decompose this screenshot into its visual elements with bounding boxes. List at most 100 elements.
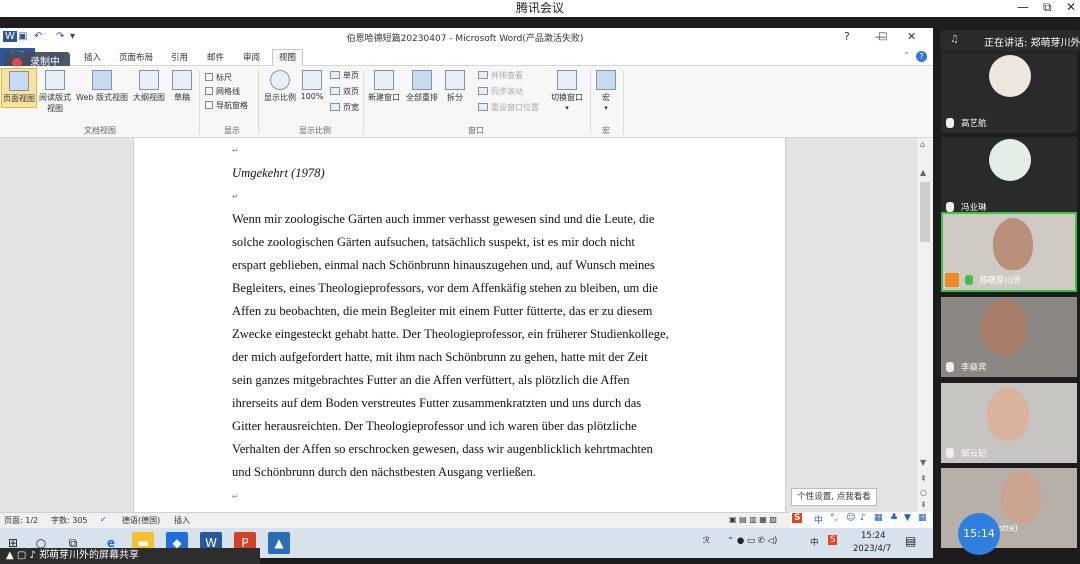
tab-view[interactable]: 视图 <box>272 49 304 67</box>
browse-object-icon[interactable]: ○ <box>920 488 927 497</box>
collapse-ribbon-icon[interactable]: ⌃ <box>903 51 910 61</box>
scroll-down-icon[interactable]: ▼ <box>920 458 926 467</box>
participant-tile[interactable]: 冯业琳 <box>941 137 1077 217</box>
group-label-views: 文档视图 <box>84 126 116 135</box>
keyboard-icon[interactable]: ▦ <box>874 513 883 523</box>
ruler-toggle-icon[interactable]: ⌂ <box>920 140 925 149</box>
photos-icon[interactable]: ▲ <box>268 532 290 554</box>
meeting-clock[interactable]: 15:14 <box>958 513 1000 555</box>
close-icon[interactable]: ✕ <box>1066 0 1076 14</box>
zoom-button[interactable]: 显示比例 <box>262 70 298 103</box>
taskbar-time[interactable]: 15:24 <box>861 531 886 541</box>
split-button[interactable]: 拆分 <box>443 70 467 103</box>
draft-label: 草稿 <box>174 93 190 102</box>
scroll-thumb[interactable] <box>920 182 930 242</box>
group-label-zoom: 显示比例 <box>299 126 331 135</box>
screen-share-indicator[interactable]: ▲ ▢ ♪ 郑萌芽川外的屏幕共享 <box>0 548 260 564</box>
view-buttons-icon[interactable]: ▣ ▤ ▥ ▦ ▧ <box>729 515 777 524</box>
skin-icon[interactable]: ♣ <box>890 513 898 523</box>
navigation-pane-checkbox[interactable]: 导航窗格 <box>205 100 248 111</box>
two-pages-button[interactable]: 双页 <box>330 86 359 97</box>
next-page-icon[interactable]: ⇟ <box>920 500 927 509</box>
ribbon-options-icon[interactable]: ? <box>844 30 850 43</box>
page-width-label: 页宽 <box>343 103 359 112</box>
notification-icon[interactable]: ▤ <box>905 534 916 548</box>
tab-mailings[interactable]: 邮件 <box>207 51 224 63</box>
page-count[interactable]: 页面: 1/2 <box>4 515 38 526</box>
participant-tile[interactable]: 高艺航 <box>941 53 1077 133</box>
previous-page-icon[interactable]: ⇞ <box>920 474 927 483</box>
participant-video <box>981 299 1027 355</box>
reading-layout-button[interactable]: 阅读版式视图 <box>38 70 72 114</box>
document-page[interactable]: ↵ Umgekehrt (1978) ↵ Wenn mir zoologisch… <box>133 138 786 512</box>
tab-insert[interactable]: 插入 <box>84 51 101 63</box>
participant-tile-active[interactable]: 郑萌芽川外 <box>941 212 1077 292</box>
one-page-button[interactable]: 单页 <box>330 70 359 81</box>
punctuation-icon[interactable]: °, <box>830 513 837 523</box>
page-view-icon <box>9 71 29 91</box>
save-icon[interactable]: ▣ <box>18 31 27 42</box>
sync-scroll-button[interactable]: 同步滚动 <box>478 86 523 97</box>
insert-mode[interactable]: 插入 <box>174 515 190 526</box>
gridlines-checkbox[interactable]: 网格线 <box>205 86 240 97</box>
macros-button[interactable]: 宏 ▾ <box>594 70 618 112</box>
ruler-checkbox[interactable]: 标尺 <box>205 72 232 83</box>
document-heading: Umgekehrt (1978) <box>232 166 325 180</box>
web-layout-button[interactable]: Web 版式视图 <box>74 70 130 103</box>
paragraph-mark: ↵ <box>232 146 239 155</box>
mic-icon[interactable]: ♪ <box>860 513 866 523</box>
people-icon[interactable]: ℛ <box>703 536 710 546</box>
scroll-up-icon[interactable]: ▲ <box>920 168 926 177</box>
participant-tile[interactable]: 李燊宾 <box>941 297 1077 377</box>
input-language[interactable]: 中 <box>810 536 819 548</box>
draft-view-icon <box>172 70 192 90</box>
page-width-button[interactable]: 页宽 <box>330 102 359 113</box>
document-area[interactable]: ↵ Umgekehrt (1978) ↵ Wenn mir zoologisch… <box>0 138 916 512</box>
arrange-all-button[interactable]: 全部重排 <box>404 70 440 103</box>
customize-icon[interactable]: ▾ <box>70 31 75 42</box>
taskbar-date[interactable]: 2023/4/7 <box>853 544 891 554</box>
vertical-scrollbar[interactable]: ⌂ ▲ ▼ ⇞ ○ ⇟ <box>916 138 933 512</box>
language-indicator[interactable]: 德语(德国) <box>122 515 160 526</box>
word-count[interactable]: 字数: 305 <box>51 515 88 526</box>
undo-icon[interactable]: ↶ <box>34 31 42 42</box>
word-close-icon[interactable]: ✕ <box>907 30 916 43</box>
tab-review[interactable]: 审阅 <box>243 51 260 63</box>
divider <box>0 17 1080 28</box>
word-titlebar: W ▣ ↶ ↷ ▾ 伯恩哈德短篇20230407 - Microsoft Wor… <box>0 28 933 48</box>
draft-button[interactable]: 草稿 <box>168 70 196 103</box>
tab-references[interactable]: 引用 <box>171 51 188 63</box>
text-line: Gitter herausreichten. Der Theologieprof… <box>232 419 637 433</box>
dropdown-icon: ▾ <box>565 104 569 112</box>
reset-window-label: 重设窗口位置 <box>491 103 539 112</box>
ime-toolbar: S 中 °, ☺ ♪ ▦ ♣ ▼ ▦ <box>790 512 932 528</box>
tray-icons[interactable]: ⌃ ● ▭ ✆ ◁) <box>727 536 777 546</box>
tab-layout[interactable]: 页面布局 <box>119 51 153 63</box>
view-side-by-side-button[interactable]: 并排查看 <box>478 70 523 81</box>
emoji-icon[interactable]: ☺ <box>846 513 855 523</box>
ime-language[interactable]: 中 <box>814 513 823 526</box>
zoom-100-button[interactable]: 100% <box>300 70 324 101</box>
group-label-macros: 宏 <box>602 126 610 135</box>
redo-icon[interactable]: ↷ <box>56 31 64 42</box>
speaking-label: 正在讲话: 郑萌芽川外 <box>984 38 1080 49</box>
word-maximize-icon[interactable]: □ <box>878 31 887 42</box>
sogou-tray-icon[interactable]: S <box>828 535 838 545</box>
ime-tooltip[interactable]: 个性设置, 点我看看 <box>791 488 877 506</box>
sogou-icon[interactable]: S <box>792 513 803 523</box>
help-icon[interactable]: ? <box>916 51 927 62</box>
participant-tile[interactable]: 邹云妃 <box>941 383 1077 463</box>
shirt-icon[interactable]: ▼ <box>904 513 911 523</box>
minimize-icon[interactable]: — <box>1017 0 1029 14</box>
arrange-all-label: 全部重排 <box>406 93 438 102</box>
print-layout-button[interactable]: 页面视图 <box>1 68 37 108</box>
new-window-button[interactable]: 新建窗口 <box>367 70 401 103</box>
outline-view-icon <box>139 70 159 90</box>
restore-icon[interactable]: ⧉ <box>1043 0 1052 14</box>
grid-icon[interactable]: ▦ <box>918 513 927 523</box>
reset-window-button[interactable]: 重设窗口位置 <box>478 102 539 113</box>
outline-button[interactable]: 大纲视图 <box>132 70 166 103</box>
document-title: 伯恩哈德短篇20230407 - Microsoft Word(产品激活失败) <box>346 34 584 44</box>
proofing-icon[interactable]: ✓ <box>100 515 107 524</box>
switch-windows-button[interactable]: 切换窗口 ▾ <box>548 70 586 112</box>
